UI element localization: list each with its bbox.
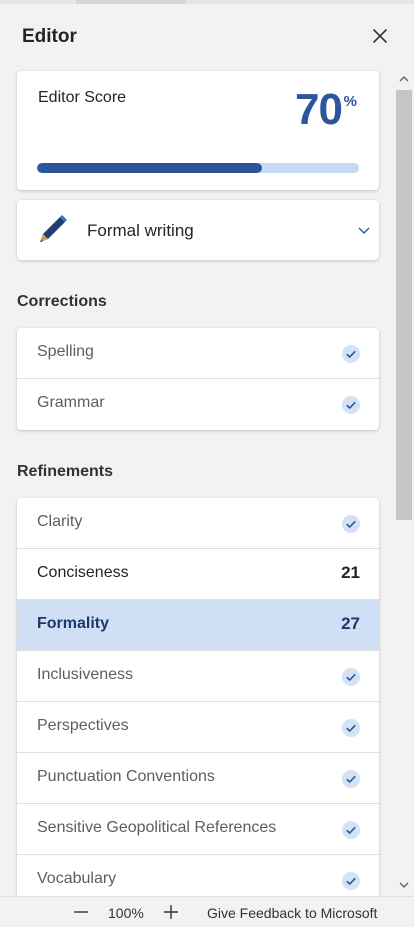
check-circle-icon [342,345,360,363]
scrollbar-thumb[interactable] [396,90,412,520]
refinements-item-formality[interactable]: Formality 27 [17,600,379,651]
issue-count: 27 [341,614,360,633]
scroll-down-arrow-icon[interactable] [397,878,411,892]
check-circle-icon [342,770,360,788]
corrections-item-label: Grammar [37,394,105,411]
refinements-item-inclusiveness[interactable]: Inclusiveness [17,651,379,702]
refinements-item-label: Conciseness [37,564,129,581]
check-circle-icon [342,821,360,839]
tab-indicator [76,0,186,4]
refinements-item-label: Vocabulary [37,870,117,887]
editor-scroll-area[interactable]: Editor Score 70 % Formal writing Correct… [0,64,394,896]
refinements-item-label: Punctuation Conventions [37,768,215,785]
writing-mode-dropdown[interactable]: Formal writing [17,200,379,260]
refinements-item-sensitive-geopolitical-references[interactable]: Sensitive Geopolitical References [17,804,379,855]
vertical-scrollbar[interactable] [394,64,414,896]
refinements-item-label: Sensitive Geopolitical References [37,819,277,836]
check-circle-icon [342,515,360,533]
corrections-heading: Corrections [17,293,107,310]
writing-mode-label: Formal writing [87,221,194,240]
chevron-down-icon [358,227,370,234]
refinements-item-punctuation-conventions[interactable]: Punctuation Conventions [17,753,379,804]
issue-count: 21 [341,563,360,582]
pen-icon [40,215,67,242]
refinements-item-vocabulary[interactable]: Vocabulary [17,855,379,896]
score-progress-fill [37,163,263,173]
score-value: 70 [295,85,343,134]
panel-header: Editor [0,18,414,58]
top-strip [0,0,414,4]
refinements-item-label: Perspectives [37,717,129,734]
check-circle-icon [342,872,360,890]
corrections-item-grammar[interactable]: Grammar [17,379,379,430]
zoom-level[interactable]: 100% [108,905,144,921]
corrections-item-spelling[interactable]: Spelling [17,328,379,379]
corrections-item-label: Spelling [37,343,94,360]
editor-score-card: Editor Score 70 % [17,71,379,190]
give-feedback-link[interactable]: Give Feedback to Microsoft [207,905,377,921]
check-circle-icon [342,719,360,737]
scroll-up-arrow-icon[interactable] [397,72,411,86]
zoom-in-icon[interactable] [162,903,180,921]
status-bar: 100% Give Feedback to Microsoft [0,896,414,927]
refinements-item-label: Clarity [37,513,83,530]
refinements-item-label: Inclusiveness [37,666,134,683]
corrections-list: Spelling Grammar [17,328,379,430]
check-circle-icon [342,668,360,686]
refinements-item-perspectives[interactable]: Perspectives [17,702,379,753]
score-unit: % [343,93,357,110]
panel-title: Editor [22,26,77,47]
score-label: Editor Score [38,89,127,106]
zoom-out-icon[interactable] [72,903,90,921]
score-progress-bar [37,163,359,173]
refinements-item-label: Formality [37,615,110,632]
close-icon [373,29,387,43]
close-button[interactable] [366,22,394,50]
check-circle-icon [342,396,360,414]
refinements-item-conciseness[interactable]: Conciseness 21 [17,549,379,600]
refinements-list: Clarity Conciseness 21 Formality 27 Incl… [17,498,379,896]
refinements-item-clarity[interactable]: Clarity [17,498,379,549]
refinements-heading: Refinements [17,463,114,480]
